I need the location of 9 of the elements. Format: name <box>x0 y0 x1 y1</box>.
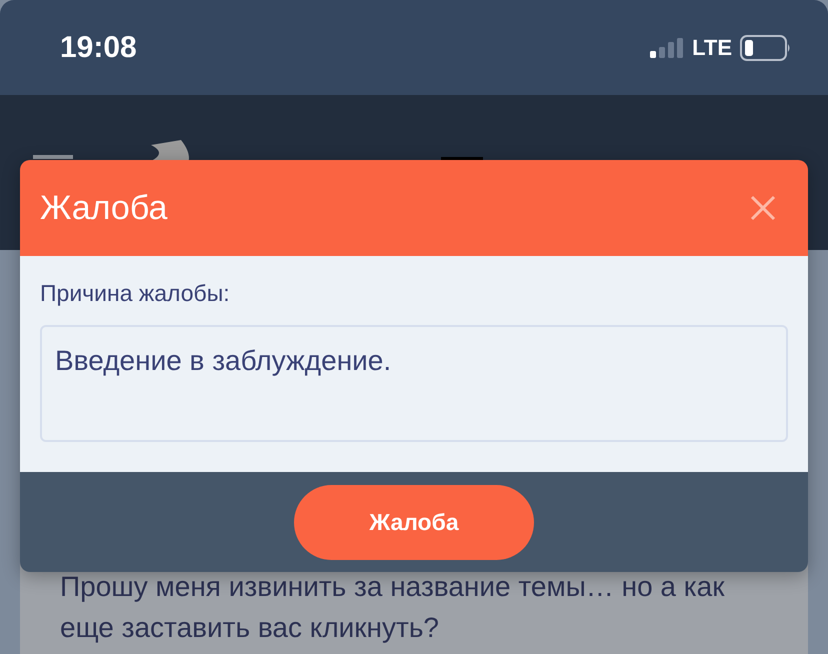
field-label: Причина жалобы: <box>40 280 231 307</box>
reason-field[interactable]: Введение в заблуждение. <box>40 325 788 442</box>
clock-time: 19:08 <box>60 30 137 64</box>
close-icon[interactable] <box>750 195 776 221</box>
post-text: Прошу меня извинить за название темы… но а как еще заставить вас кликнуть? <box>60 570 726 645</box>
dialog-title: Жалоба <box>40 188 168 228</box>
battery-icon <box>740 34 792 60</box>
network-label: LTE <box>692 34 732 60</box>
signal-icon <box>650 38 684 58</box>
